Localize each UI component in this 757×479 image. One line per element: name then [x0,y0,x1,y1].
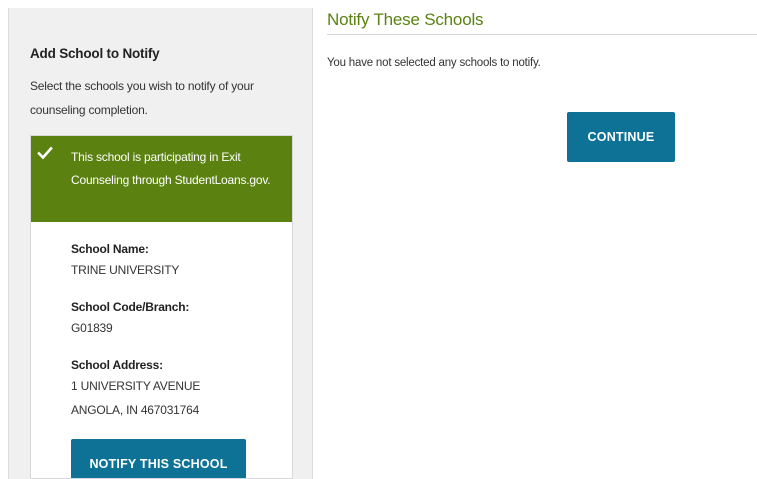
page-title: Notify These Schools [327,10,484,29]
address-line-1: 1 UNIVERSITY AVENUE [71,379,201,393]
checkmark-icon [37,146,53,160]
school-code-label: School Code/Branch: [71,300,190,314]
school-code-value: G01839 [71,321,113,335]
notify-school-button[interactable]: NOTIFY THIS SCHOOL [71,439,246,478]
panel-heading: Add School to Notify [30,46,160,61]
empty-selection-message: You have not selected any schools to not… [327,57,541,69]
panel-intro: Select the schools you wish to notify of… [30,79,254,117]
add-school-panel: Add School to Notify Select the schools … [8,8,313,479]
participation-banner: This school is participating in Exit Cou… [31,136,292,222]
address-line-2: ANGOLA, IN 467031764 [71,403,200,417]
school-card: This school is participating in Exit Cou… [30,135,293,479]
school-address-label: School Address: [71,358,163,372]
school-name-label: School Name: [71,242,149,256]
school-name-value: TRINE UNIVERSITY [71,263,180,277]
continue-button[interactable]: CONTINUE [567,112,675,162]
title-divider [327,34,757,35]
participation-message: This school is participating in Exit Cou… [71,150,271,187]
